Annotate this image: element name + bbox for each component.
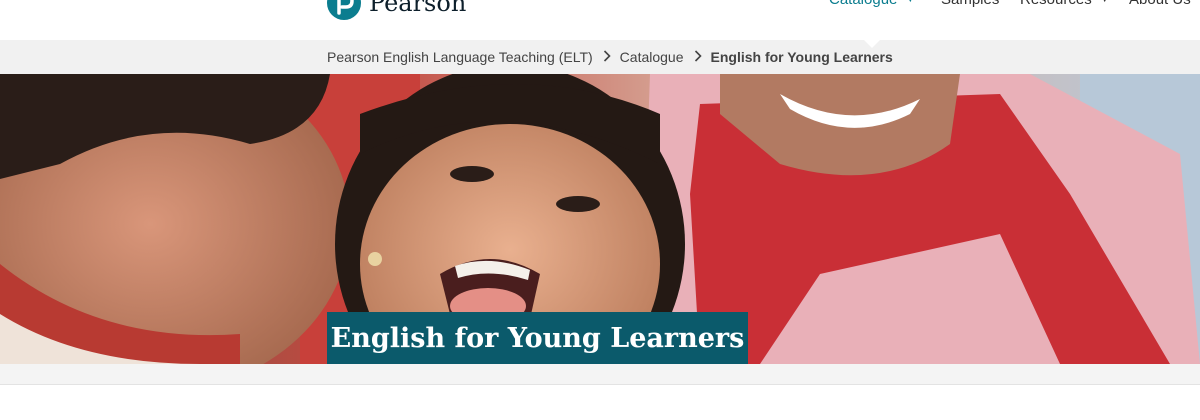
nav-item-catalogue[interactable]: Catalogue ▼: [829, 0, 915, 8]
breadcrumb-link-catalogue[interactable]: Catalogue: [620, 49, 684, 65]
divider-line: [0, 384, 1200, 385]
content-divider-strip: [0, 364, 1200, 384]
chevron-right-icon: [603, 49, 611, 65]
breadcrumb: Pearson English Language Teaching (ELT) …: [0, 39, 1200, 74]
chevron-right-icon: [694, 49, 702, 65]
top-navigation-bar: Pearson Catalogue ▼ Samples Resources ▼ …: [0, 0, 1200, 40]
nav-item-label: About Us: [1129, 0, 1191, 8]
hero-banner: English for Young Learners: [0, 74, 1200, 364]
hero-title-box: English for Young Learners: [327, 312, 748, 364]
nav-item-samples[interactable]: Samples: [941, 0, 999, 8]
nav-item-label: Samples: [941, 0, 999, 8]
nav-item-about-us[interactable]: About Us ▼: [1129, 0, 1200, 8]
nav-item-label: Catalogue: [829, 0, 897, 8]
main-nav: Catalogue ▼ Samples Resources ▼ About Us…: [0, 0, 1200, 15]
breadcrumb-current-page: English for Young Learners: [710, 49, 893, 65]
nav-item-label: Resources: [1020, 0, 1092, 8]
caret-down-icon: ▼: [1100, 0, 1110, 5]
nav-item-resources[interactable]: Resources ▼: [1020, 0, 1110, 8]
page-title: English for Young Learners: [330, 322, 745, 354]
breadcrumb-link-elt[interactable]: Pearson English Language Teaching (ELT): [327, 49, 593, 65]
caret-down-icon: ▼: [905, 0, 915, 5]
